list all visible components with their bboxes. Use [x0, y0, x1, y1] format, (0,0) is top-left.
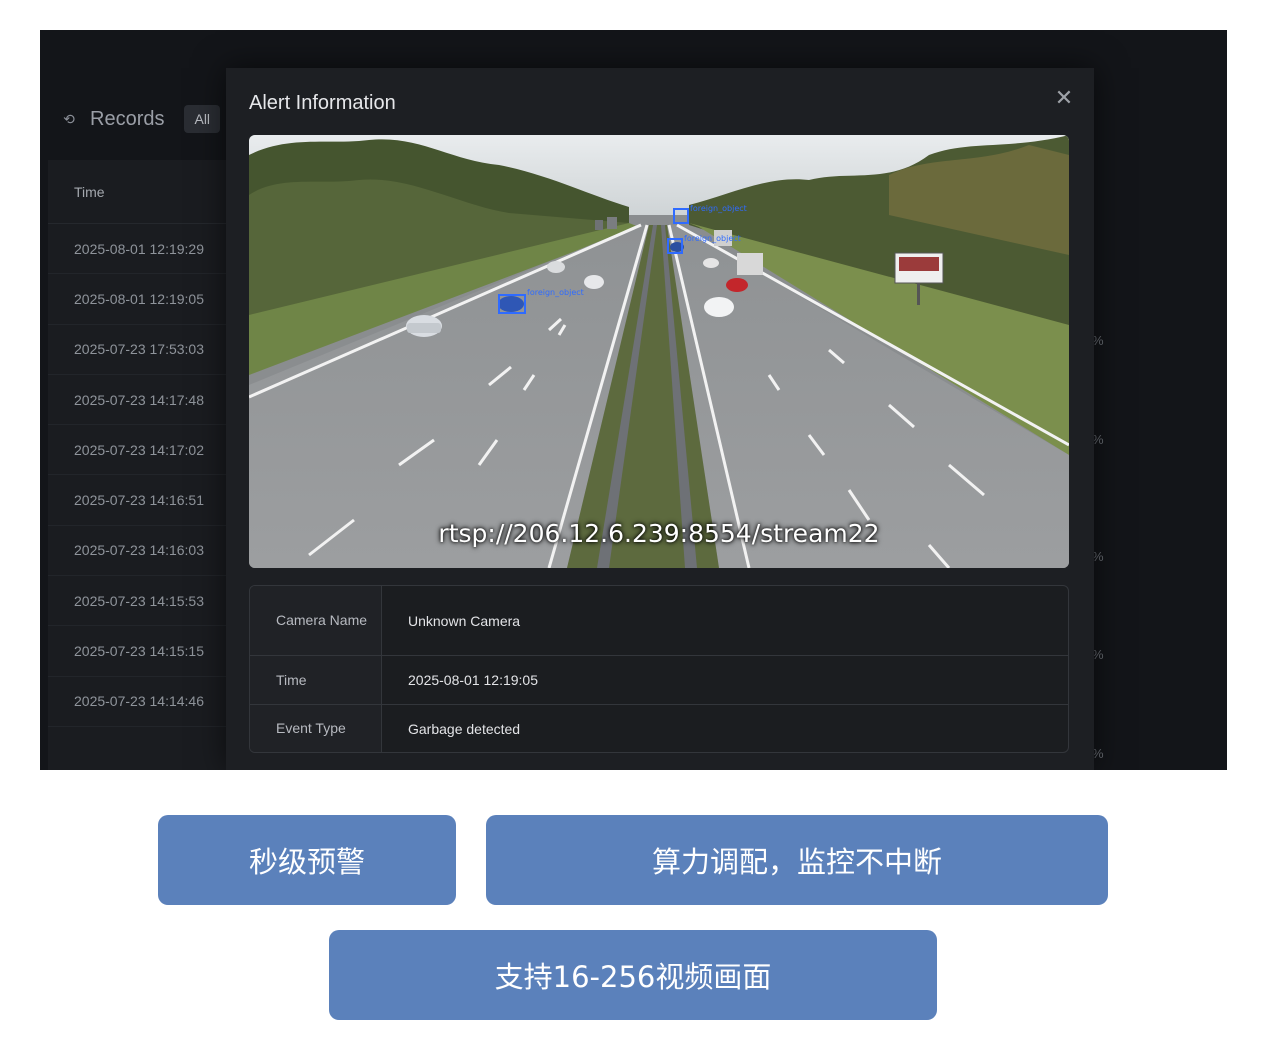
history-icon: ⟲ [63, 110, 75, 127]
feature-badge-compute-scheduling: 算力调配，监控不中断 [486, 815, 1108, 905]
info-row-camera: Camera Name Unknown Camera [250, 586, 1068, 656]
table-row[interactable]: 2025-07-23 14:17:02 [48, 425, 228, 476]
feature-badge-multi-view: 支持16-256视频画面 [329, 930, 937, 1020]
records-table: Time 2025-08-01 12:19:29 2025-08-01 12:1… [48, 160, 228, 770]
stream-url-overlay: rtsp://206.12.6.239:8554/stream22 [438, 519, 880, 548]
info-row-time: Time 2025-08-01 12:19:05 [250, 656, 1068, 705]
records-header: ⟲ Records All [60, 104, 221, 134]
table-row[interactable]: 2025-07-23 17:53:03 [48, 325, 228, 375]
table-row[interactable]: 2025-07-23 14:16:51 [48, 475, 228, 526]
close-icon[interactable]: ✕ [1052, 85, 1076, 110]
info-key: Camera Name [250, 586, 382, 655]
info-key: Time [250, 656, 382, 704]
table-row[interactable]: 2025-07-23 14:15:53 [48, 576, 228, 627]
alert-info-table: Camera Name Unknown Camera Time 2025-08-… [249, 585, 1069, 753]
table-row[interactable]: 2025-08-01 12:19:05 [48, 274, 228, 325]
table-row[interactable]: 2025-07-23 14:15:15 [48, 626, 228, 677]
highway-scene: foreign_object foreign_object foreign_ob… [249, 135, 1069, 568]
info-value: Garbage detected [408, 720, 521, 737]
app-screenshot: ⟲ Records All Time 2025-08-01 12:19:29 2… [40, 30, 1227, 770]
info-row-event: Event Type Garbage detected [250, 705, 1068, 752]
camera-snapshot: foreign_object foreign_object foreign_ob… [249, 135, 1069, 568]
records-title: Records [90, 107, 165, 130]
detection-label: foreign_object [684, 234, 741, 243]
filter-chip[interactable]: All [184, 105, 221, 133]
detection-label: foreign_object [690, 204, 747, 213]
detection-label: foreign_object [527, 288, 584, 297]
feature-badge-instant-alert: 秒级预警 [158, 815, 456, 905]
column-header-time: Time [48, 160, 228, 224]
alert-modal: Alert Information ✕ foreign_object forei… [226, 68, 1094, 770]
modal-title: Alert Information [249, 92, 396, 114]
info-value: Unknown Camera [408, 612, 521, 629]
table-row[interactable]: 2025-07-23 14:16:03 [48, 526, 228, 577]
info-value: 2025-08-01 12:19:05 [408, 672, 538, 688]
table-row[interactable]: 2025-07-23 14:17:48 [48, 375, 228, 426]
info-key: Event Type [250, 705, 382, 752]
table-row[interactable]: 2025-07-23 14:14:46 [48, 677, 228, 727]
table-row[interactable]: 2025-08-01 12:19:29 [48, 224, 228, 275]
